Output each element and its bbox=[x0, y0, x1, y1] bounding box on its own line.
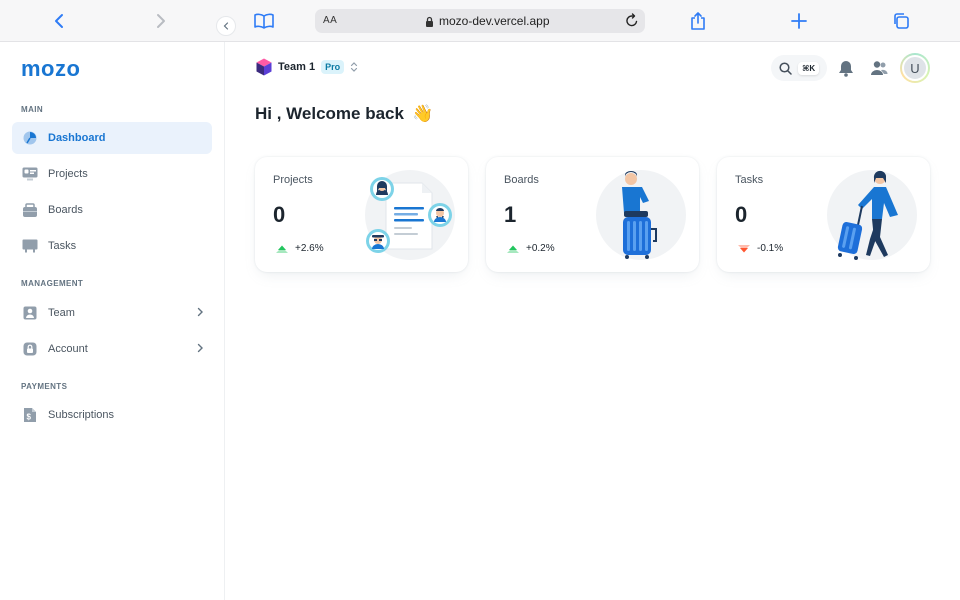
share-icon[interactable] bbox=[685, 8, 711, 34]
chevron-up-down-icon bbox=[351, 62, 358, 72]
user-avatar[interactable]: U bbox=[900, 53, 930, 83]
address-bar[interactable]: AA mozo-dev.vercel.app bbox=[315, 9, 645, 33]
card-title: Tasks bbox=[735, 174, 764, 186]
collapse-sidebar-button[interactable] bbox=[216, 16, 236, 36]
forward-icon[interactable] bbox=[148, 8, 174, 34]
shortcut-key: ⌘K bbox=[798, 61, 820, 75]
bell-icon bbox=[839, 60, 853, 77]
url-display: mozo-dev.vercel.app bbox=[425, 14, 550, 28]
stat-card-projects: Projects 0 +2.6% bbox=[255, 157, 468, 272]
sidebar-item-projects[interactable]: Projects bbox=[12, 158, 212, 190]
sidebar-item-boards[interactable]: Boards bbox=[12, 194, 212, 226]
section-label-management: MANAGEMENT bbox=[21, 279, 84, 288]
team-icon bbox=[22, 305, 38, 321]
tabs-overview-icon[interactable] bbox=[888, 8, 914, 34]
team-logo-icon bbox=[256, 58, 272, 76]
tasks-icon bbox=[22, 238, 38, 254]
lock-icon bbox=[22, 341, 38, 357]
section-label-main: MAIN bbox=[21, 105, 44, 114]
boards-icon bbox=[22, 202, 38, 218]
text-size-button[interactable]: AA bbox=[323, 15, 337, 26]
card-trend: -0.1% bbox=[737, 243, 783, 254]
sidebar-item-tasks[interactable]: Tasks bbox=[12, 230, 212, 262]
app-logo[interactable]: mozo bbox=[21, 56, 80, 82]
chevron-left-icon bbox=[223, 22, 229, 30]
team-name: Team 1 bbox=[278, 61, 316, 73]
greeting-text: Hi , Welcome back bbox=[255, 104, 404, 123]
notifications-button[interactable] bbox=[836, 58, 856, 78]
card-trend: +0.2% bbox=[506, 243, 555, 254]
sidebar-item-label: Account bbox=[48, 343, 88, 355]
reload-icon[interactable] bbox=[625, 13, 639, 31]
projects-icon bbox=[22, 166, 38, 182]
trend-value: +0.2% bbox=[526, 243, 555, 254]
back-icon[interactable] bbox=[46, 8, 72, 34]
search-button[interactable]: ⌘K bbox=[771, 55, 827, 81]
sidebar-item-label: Boards bbox=[48, 204, 83, 216]
lock-icon bbox=[426, 16, 433, 27]
chevron-right-icon bbox=[196, 307, 204, 320]
trend-down-icon bbox=[738, 244, 750, 252]
section-label-payments: PAYMENTS bbox=[21, 382, 68, 391]
trend-value: +2.6% bbox=[295, 243, 324, 254]
card-value: 0 bbox=[273, 202, 286, 227]
sidebar-item-label: Team bbox=[48, 307, 75, 319]
sidebar: mozo MAIN Dashboard Projects Boards Task… bbox=[0, 42, 225, 600]
sidebar-item-label: Tasks bbox=[48, 240, 77, 252]
sidebar-item-label: Projects bbox=[48, 168, 88, 180]
trend-up-icon bbox=[276, 245, 288, 253]
chevron-right-icon bbox=[196, 343, 204, 356]
dashboard-icon bbox=[22, 130, 38, 146]
bookmarks-icon[interactable] bbox=[251, 8, 277, 34]
sidebar-item-label: Subscriptions bbox=[48, 409, 115, 421]
card-value: 1 bbox=[504, 202, 517, 227]
trend-up-icon bbox=[507, 245, 519, 253]
url-text: mozo-dev.vercel.app bbox=[439, 14, 550, 28]
team-switcher[interactable]: Team 1 Pro bbox=[256, 58, 358, 76]
card-title: Projects bbox=[273, 174, 313, 186]
projects-illustration bbox=[364, 169, 456, 261]
card-trend: +2.6% bbox=[275, 243, 324, 254]
card-title: Boards bbox=[504, 174, 539, 186]
new-tab-icon[interactable] bbox=[786, 8, 812, 34]
sidebar-item-team[interactable]: Team bbox=[12, 297, 212, 329]
tasks-illustration bbox=[826, 169, 918, 261]
sidebar-item-account[interactable]: Account bbox=[12, 333, 212, 365]
welcome-heading: Hi , Welcome back 👋 bbox=[255, 104, 433, 124]
invoice-icon: $ bbox=[22, 407, 38, 423]
waving-hand-icon: 👋 bbox=[411, 104, 434, 123]
card-value: 0 bbox=[735, 202, 748, 227]
sidebar-item-label: Dashboard bbox=[48, 132, 106, 144]
trend-value: -0.1% bbox=[757, 243, 784, 254]
people-icon bbox=[871, 61, 888, 75]
sidebar-item-dashboard[interactable]: Dashboard bbox=[12, 122, 212, 154]
plan-badge: Pro bbox=[321, 60, 345, 74]
stat-card-boards: Boards 1 +0.2% bbox=[486, 157, 699, 272]
avatar-initial: U bbox=[902, 55, 928, 81]
sidebar-item-subscriptions[interactable]: $ Subscriptions bbox=[12, 399, 212, 431]
browser-toolbar: AA mozo-dev.vercel.app bbox=[0, 0, 960, 42]
boards-illustration bbox=[595, 169, 687, 261]
svg-text:$: $ bbox=[27, 413, 32, 422]
stat-card-tasks: Tasks 0 -0.1% bbox=[717, 157, 930, 272]
contacts-button[interactable] bbox=[869, 58, 889, 78]
search-icon bbox=[779, 61, 792, 75]
